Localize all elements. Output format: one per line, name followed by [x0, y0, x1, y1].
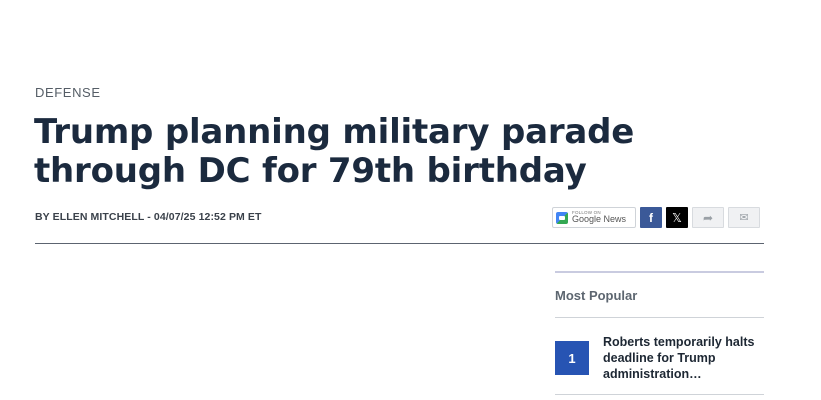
x-icon: 𝕏: [672, 210, 682, 225]
facebook-button[interactable]: f: [640, 207, 662, 228]
facebook-icon: f: [649, 210, 653, 225]
x-button[interactable]: 𝕏: [666, 207, 688, 228]
google-news-text: FOLLOW ON Google News: [572, 210, 627, 225]
article-headline: Trump planning military parade through D…: [34, 112, 635, 191]
google-news-label: Google News: [572, 214, 627, 225]
google-news-icon: [556, 211, 568, 224]
rank-badge: 1: [555, 341, 589, 375]
most-popular-title: Most Popular: [555, 288, 638, 303]
byline-timestamp: 04/07/25 12:52 PM ET: [153, 211, 262, 223]
share-icon: ➦: [702, 210, 714, 225]
share-row: FOLLOW ON Google News f 𝕏 ➦ ✉: [552, 207, 760, 230]
most-popular-item-link[interactable]: Roberts temporarily halts deadline for T…: [603, 334, 764, 382]
byline-prefix: BY: [35, 211, 53, 223]
byline-author[interactable]: ELLEN MITCHELL: [53, 211, 145, 223]
byline: BY ELLEN MITCHELL - 04/07/25 12:52 PM ET: [35, 211, 262, 223]
share-button[interactable]: ➦: [692, 207, 724, 228]
most-popular-divider: [555, 317, 764, 318]
header-divider: [35, 243, 764, 244]
byline-separator: -: [144, 211, 154, 223]
section-label[interactable]: DEFENSE: [35, 85, 101, 100]
most-popular-item[interactable]: 1 Roberts temporarily halts deadline for…: [555, 334, 764, 382]
most-popular-bottom-divider: [555, 394, 764, 395]
google-news-button[interactable]: FOLLOW ON Google News: [552, 207, 636, 228]
most-popular-top-border: [555, 271, 764, 273]
email-button[interactable]: ✉: [728, 207, 760, 228]
email-icon: ✉: [739, 212, 749, 224]
